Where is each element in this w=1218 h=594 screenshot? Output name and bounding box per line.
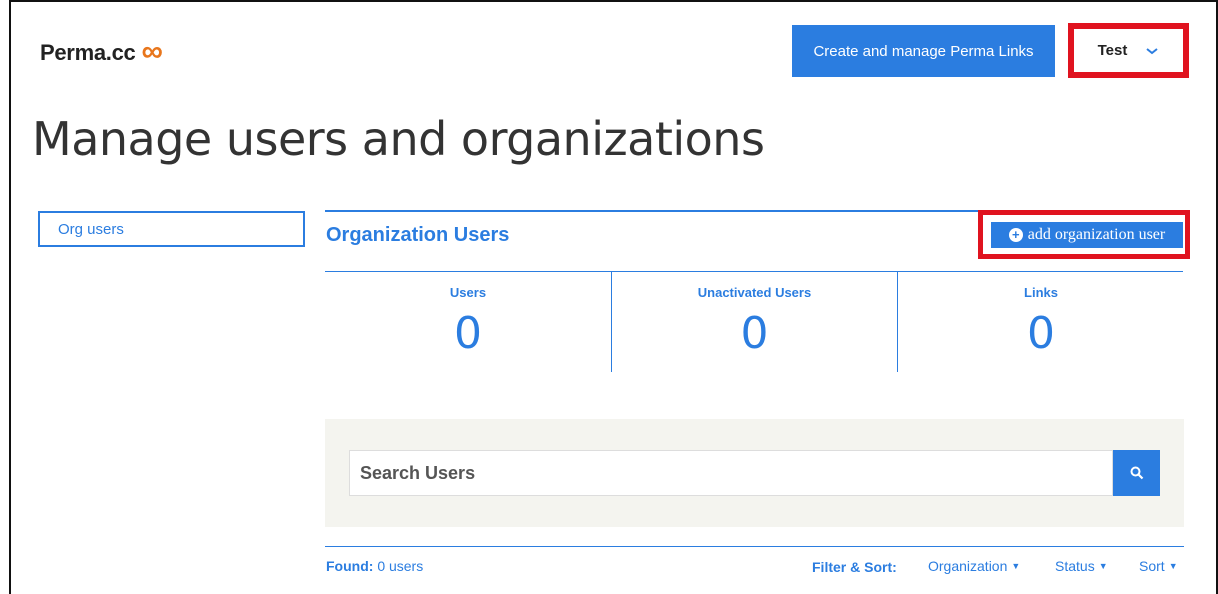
stat-value: 0: [454, 308, 482, 359]
stat-label: Links: [1024, 285, 1058, 300]
caret-down-icon: ▼: [1098, 561, 1108, 571]
add-organization-user-button[interactable]: + add organization user: [991, 222, 1183, 248]
results-divider: [325, 546, 1184, 547]
filter-organization-dropdown[interactable]: Organization ▼: [928, 558, 1020, 574]
chevron-down-icon: [1146, 47, 1158, 54]
page-title: Manage users and organizations: [32, 112, 765, 166]
stat-links: Links 0: [898, 272, 1184, 372]
stat-value: 0: [740, 308, 769, 359]
logo-text: Perma.cc: [40, 40, 136, 65]
stat-unactivated-users: Unactivated Users 0: [612, 272, 897, 372]
filter-label: Status: [1055, 558, 1095, 574]
filter-sort-label: Filter & Sort:: [812, 559, 897, 575]
found-value: 0 users: [377, 558, 424, 574]
create-perma-links-button[interactable]: Create and manage Perma Links: [792, 25, 1055, 77]
caret-down-icon: ▼: [1011, 561, 1021, 571]
sidebar-item-org-users[interactable]: Org users: [38, 211, 305, 247]
stat-label: Unactivated Users: [697, 285, 812, 300]
stat-users: Users 0: [325, 272, 611, 372]
section-title: Organization Users: [326, 224, 510, 246]
found-label: Found:: [326, 558, 374, 574]
logo[interactable]: Perma.cc ∞: [40, 35, 163, 68]
infinity-icon: ∞: [141, 35, 163, 68]
search-icon: [1130, 466, 1143, 480]
user-name: Test: [1097, 42, 1128, 59]
user-menu-dropdown[interactable]: Test: [1068, 23, 1189, 78]
sort-dropdown[interactable]: Sort ▼: [1139, 558, 1178, 574]
search-users-input[interactable]: [349, 450, 1113, 496]
stat-value: 0: [1027, 308, 1055, 359]
caret-down-icon: ▼: [1168, 561, 1178, 571]
filter-status-dropdown[interactable]: Status ▼: [1055, 558, 1108, 574]
search-button[interactable]: [1113, 450, 1160, 496]
filter-label: Sort: [1139, 558, 1165, 574]
add-button-label: add organization user: [1027, 226, 1166, 243]
found-count: Found: 0 users: [326, 558, 423, 574]
stat-label: Users: [449, 285, 487, 300]
plus-circle-icon: +: [1008, 228, 1023, 242]
filter-label: Organization: [928, 558, 1008, 574]
